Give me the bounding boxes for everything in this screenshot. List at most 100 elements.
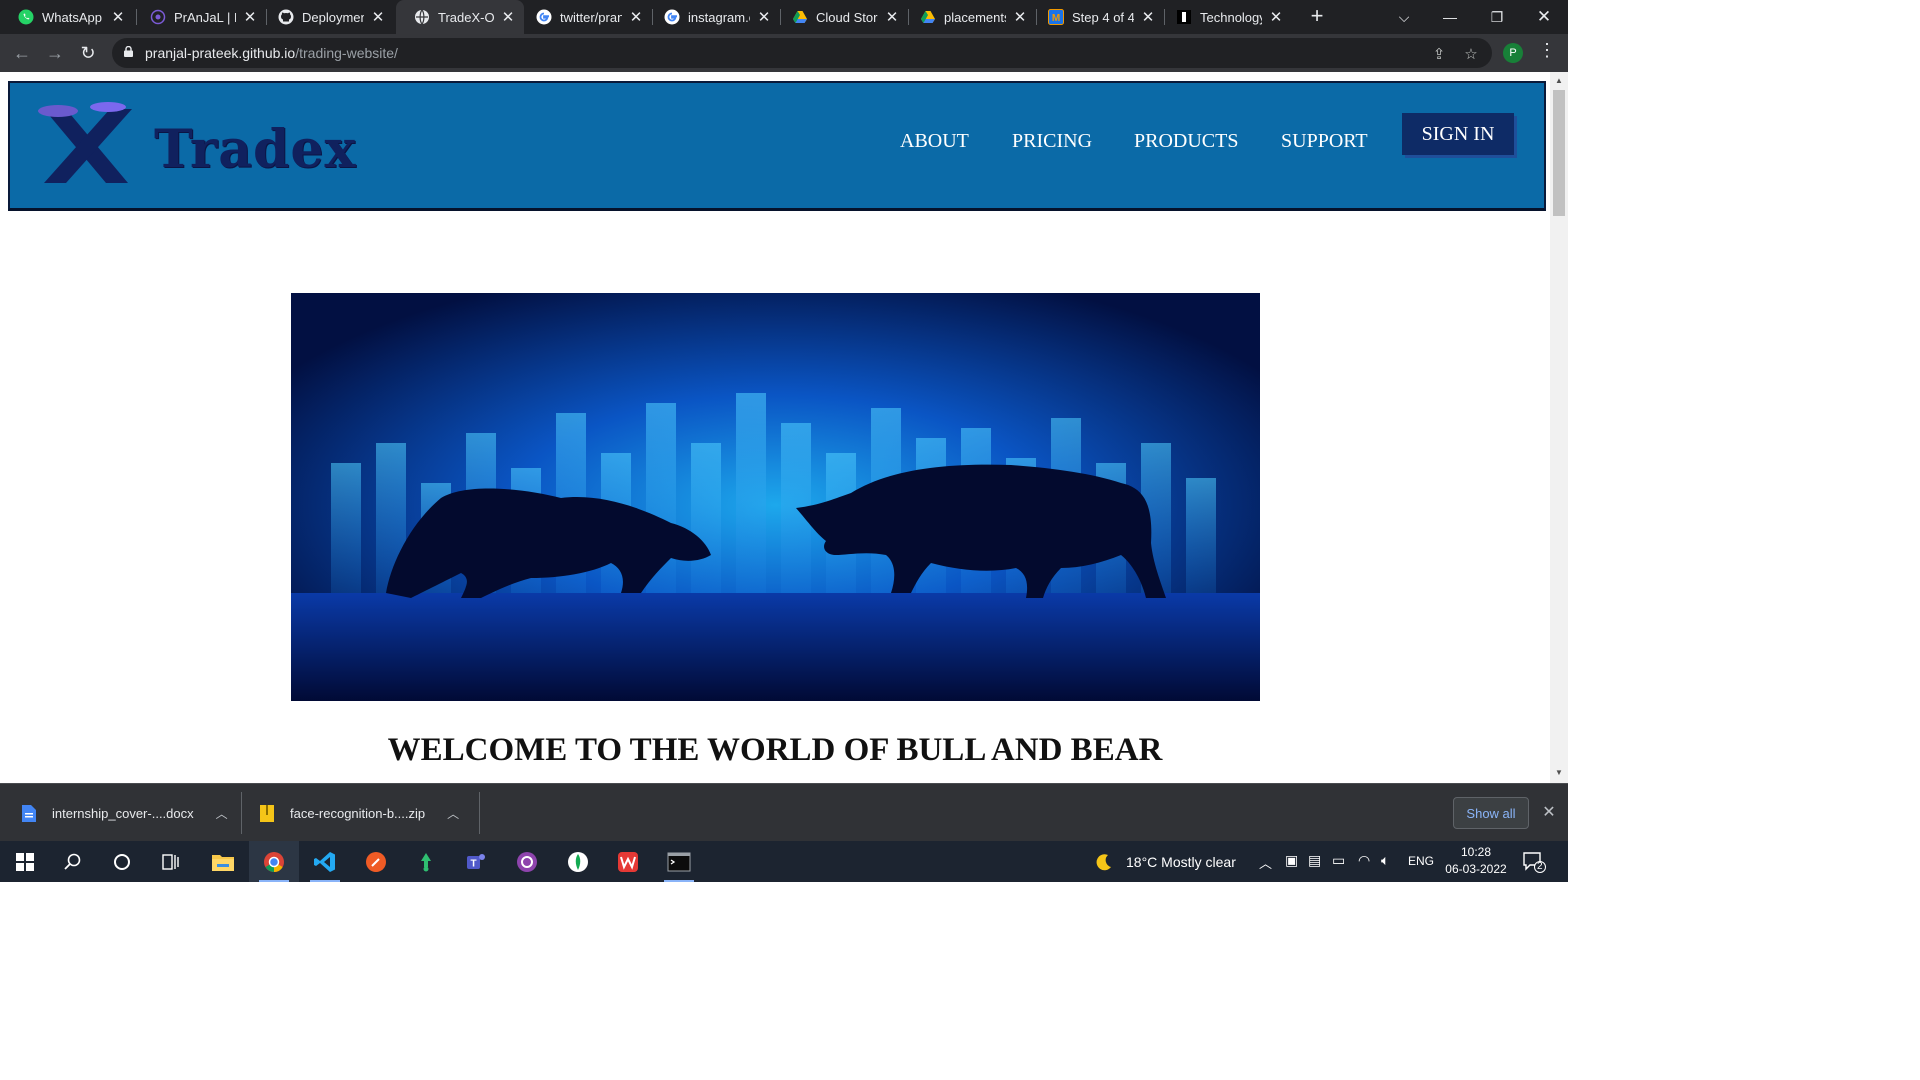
close-icon[interactable]: ✕ (500, 8, 516, 26)
scroll-down-icon[interactable]: ▼ (1553, 768, 1565, 777)
chevron-up-icon[interactable]: ︿ (447, 805, 459, 822)
tab-twitter[interactable]: twitter/pran ✕ (518, 0, 652, 34)
google-icon (536, 9, 552, 25)
mongodb-compass-icon[interactable] (553, 841, 603, 882)
task-view-icon[interactable] (146, 841, 196, 882)
tab-title: instagram.c (688, 9, 750, 25)
nav-pricing[interactable]: PRICING (1012, 130, 1092, 153)
whatsapp-icon (18, 9, 34, 25)
tab-deployment[interactable]: Deploymen ✕ (260, 0, 394, 34)
device-icon[interactable]: ▣ (1285, 852, 1298, 869)
close-downloads-icon[interactable]: ✕ (1540, 802, 1558, 822)
close-icon[interactable]: ✕ (110, 8, 126, 26)
chevron-up-icon[interactable]: ︿ (216, 805, 228, 822)
download-item-zip[interactable]: face-recognition-b....zip ︿ (260, 784, 459, 842)
window-close-icon[interactable]: ✕ (1521, 0, 1567, 34)
close-icon[interactable]: ✕ (628, 8, 644, 26)
tab-step-4[interactable]: M Step 4 of 4: ✕ (1030, 0, 1164, 34)
notification-icon[interactable]: 2 (1522, 851, 1546, 873)
logo-text: Tradex (154, 119, 357, 180)
language-indicator[interactable]: ENG (1408, 854, 1434, 868)
lock-icon (124, 46, 133, 57)
tab-instagram[interactable]: instagram.c ✕ (646, 0, 780, 34)
google-icon (664, 9, 680, 25)
chrome-taskbar-icon[interactable] (249, 841, 299, 882)
tab-title: Cloud Stora (816, 9, 878, 25)
weather-text[interactable]: 18°C Mostly clear (1126, 854, 1236, 870)
scroll-up-icon[interactable]: ▲ (1553, 76, 1565, 85)
clock[interactable]: 10:28 06-03-2022 (1440, 844, 1512, 878)
page-headline: WELCOME TO THE WORLD OF BULL AND BEAR (387, 732, 1163, 768)
close-icon[interactable]: ✕ (1012, 8, 1028, 26)
tab-portfolio[interactable]: PrAnJaL | Po ✕ (132, 0, 266, 34)
teams-icon[interactable]: T (451, 841, 501, 882)
windows-start-icon[interactable] (0, 841, 50, 882)
tab-title: Deploymen (302, 9, 364, 25)
nav-about[interactable]: ABOUT (900, 130, 969, 153)
tab-cloud-storage[interactable]: Cloud Stora ✕ (774, 0, 908, 34)
download-item-docx[interactable]: internship_cover-....docx ︿ (22, 784, 228, 842)
tab-title: Step 4 of 4: (1072, 9, 1134, 25)
signin-button[interactable]: SIGN IN (1402, 113, 1514, 155)
address-bar[interactable]: pranjal-prateek.github.io/trading-websit… (112, 38, 1492, 68)
close-icon[interactable]: ✕ (1140, 8, 1156, 26)
portfolio-icon (150, 9, 166, 25)
tab-placements[interactable]: placements ✕ (902, 0, 1036, 34)
chevron-up-icon[interactable]: ︿ (1259, 853, 1272, 872)
close-icon[interactable]: ✕ (756, 8, 772, 26)
wifi-icon[interactable]: ◠ (1358, 852, 1370, 869)
restore-icon[interactable]: ❐ (1474, 0, 1520, 34)
gitkraken-icon[interactable] (401, 841, 451, 882)
tab-search-icon[interactable]: ⌵ (1381, 0, 1427, 34)
nav-support[interactable]: SUPPORT (1281, 130, 1368, 153)
close-icon[interactable]: ✕ (1268, 8, 1284, 26)
github-desktop-icon[interactable] (502, 841, 552, 882)
tab-technology[interactable]: Technology ✕ (1158, 0, 1292, 34)
time-text: 10:28 (1460, 845, 1492, 859)
site-header: Tradex ABOUT PRICING PRODUCTS SUPPORT SI… (8, 81, 1546, 211)
active-indicator (310, 880, 340, 882)
wps-office-icon[interactable] (603, 841, 653, 882)
back-icon[interactable]: ← (10, 41, 34, 65)
active-indicator (664, 880, 694, 882)
active-indicator (259, 880, 289, 882)
show-all-button[interactable]: Show all (1453, 797, 1529, 829)
notification-count: 2 (1537, 861, 1543, 872)
tradex-logo[interactable]: Tradex (36, 97, 356, 187)
svg-text:M: M (1052, 13, 1060, 24)
minimize-icon[interactable]: — (1427, 0, 1473, 34)
reload-icon[interactable]: ↻ (76, 41, 100, 65)
bookmark-star-icon[interactable]: ☆ (1462, 45, 1480, 63)
postman-icon[interactable] (351, 841, 401, 882)
new-tab-icon[interactable]: + (1306, 5, 1328, 28)
file-explorer-icon[interactable] (198, 841, 248, 882)
battery-icon[interactable]: ▭ (1332, 852, 1345, 869)
meet-icon[interactable]: ▤ (1308, 852, 1321, 869)
profile-avatar[interactable]: P (1503, 43, 1523, 63)
close-icon[interactable]: ✕ (884, 8, 900, 26)
tab-title: placements (944, 9, 1006, 25)
tab-whatsapp[interactable]: WhatsApp ✕ (0, 0, 134, 34)
weather-moon-icon[interactable] (1084, 841, 1124, 882)
divider (241, 792, 242, 834)
share-icon[interactable]: ⇪ (1430, 45, 1448, 63)
x-logo-icon (38, 102, 132, 183)
vscode-icon[interactable] (300, 841, 350, 882)
close-icon[interactable]: ✕ (370, 8, 386, 26)
globe-icon (414, 9, 430, 25)
scroll-thumb[interactable] (1553, 90, 1565, 216)
menu-icon[interactable]: ⋮ (1538, 40, 1556, 61)
svg-text:T: T (470, 858, 476, 869)
terminal-icon[interactable] (654, 841, 704, 882)
volume-icon[interactable]: 🔈︎ (1381, 852, 1389, 869)
tab-tradex[interactable]: TradeX-Onli ✕ (396, 0, 524, 34)
forward-icon[interactable]: → (43, 41, 67, 65)
cortana-icon[interactable] (97, 841, 147, 882)
drive-icon (920, 9, 936, 25)
m-icon: M (1048, 9, 1064, 25)
nav-products[interactable]: PRODUCTS (1134, 130, 1238, 153)
download-filename: face-recognition-b....zip (290, 805, 426, 821)
drive-icon (792, 9, 808, 25)
search-icon[interactable] (48, 841, 98, 882)
close-icon[interactable]: ✕ (242, 8, 258, 26)
